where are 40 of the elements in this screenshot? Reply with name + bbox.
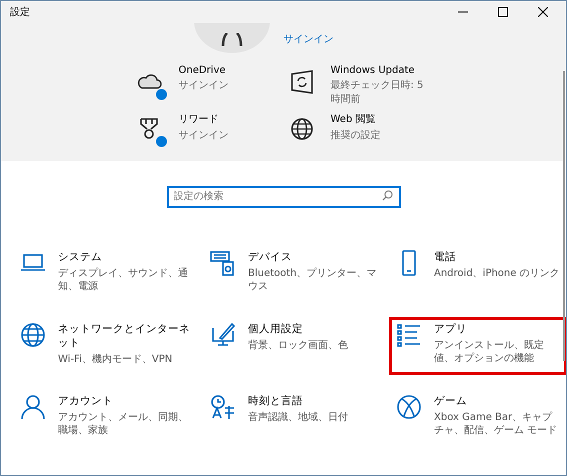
category-subtitle: Bluetooth、プリンター、マウス [248,267,378,293]
category-subtitle: 音声認識、地域、日付 [248,411,348,424]
category-title[interactable]: ゲーム [434,394,560,408]
search-icon [382,190,392,201]
category-subtitle: Wi-Fi、機内モード、VPN [58,353,174,366]
quick-link-subtitle: サインイン [178,79,230,92]
sign-in-link[interactable]: サインイン [284,32,334,46]
quick-link-subtitle: 推奨の設定 [330,128,382,142]
category-subtitle: Xbox Game Bar、キャプチャ、配信、ゲーム モード [434,411,558,437]
category-subtitle: ディスプレイ、サウンド、通知、電源 [58,267,189,293]
quick-link-title[interactable]: リワード [178,112,274,126]
category-title[interactable]: 電話 [434,250,560,264]
quick-link-title[interactable]: Windows Update [330,65,426,76]
refresh-window-icon[interactable] [288,69,314,95]
brush-monitor-icon[interactable] [210,322,236,348]
quick-link-title[interactable]: OneDrive [178,65,274,76]
person-icon[interactable] [20,394,46,420]
category-title[interactable]: システム [58,250,196,264]
xbox-icon[interactable] [396,394,422,420]
quick-link-subtitle: サインイン [178,129,230,142]
clock-language-icon[interactable] [210,394,236,420]
search-field[interactable]: 設定の検索 [166,186,400,208]
category-title[interactable]: ネットワークとインターネット [58,322,196,350]
category-title[interactable]: デバイス [248,250,382,264]
quick-link-title[interactable]: Web 閲覧 [330,112,426,126]
window-title: 設定 [10,6,30,19]
category-title[interactable]: 時刻と言語 [248,394,348,408]
category-title[interactable]: アカウント [58,394,196,408]
category-subtitle: 背景、ロック画面、色 [248,339,348,352]
globe-icon[interactable] [288,116,314,142]
maximize-icon[interactable] [498,7,508,17]
list-icon[interactable] [396,322,422,348]
category-subtitle: アンインストール、既定値、オプションの機能 [434,339,545,365]
close-icon[interactable] [538,7,548,17]
quick-link-subtitle: 最終チェック日時: 5 時間前 [330,78,424,106]
category-title[interactable]: アプリ [434,322,560,336]
category-subtitle: アカウント、メール、同期、職場、家族 [58,411,189,437]
keyboard-speaker-icon[interactable] [210,250,236,276]
category-subtitle: Android、iPhone のリンク [434,267,560,280]
category-title[interactable]: 個人用設定 [248,322,348,336]
